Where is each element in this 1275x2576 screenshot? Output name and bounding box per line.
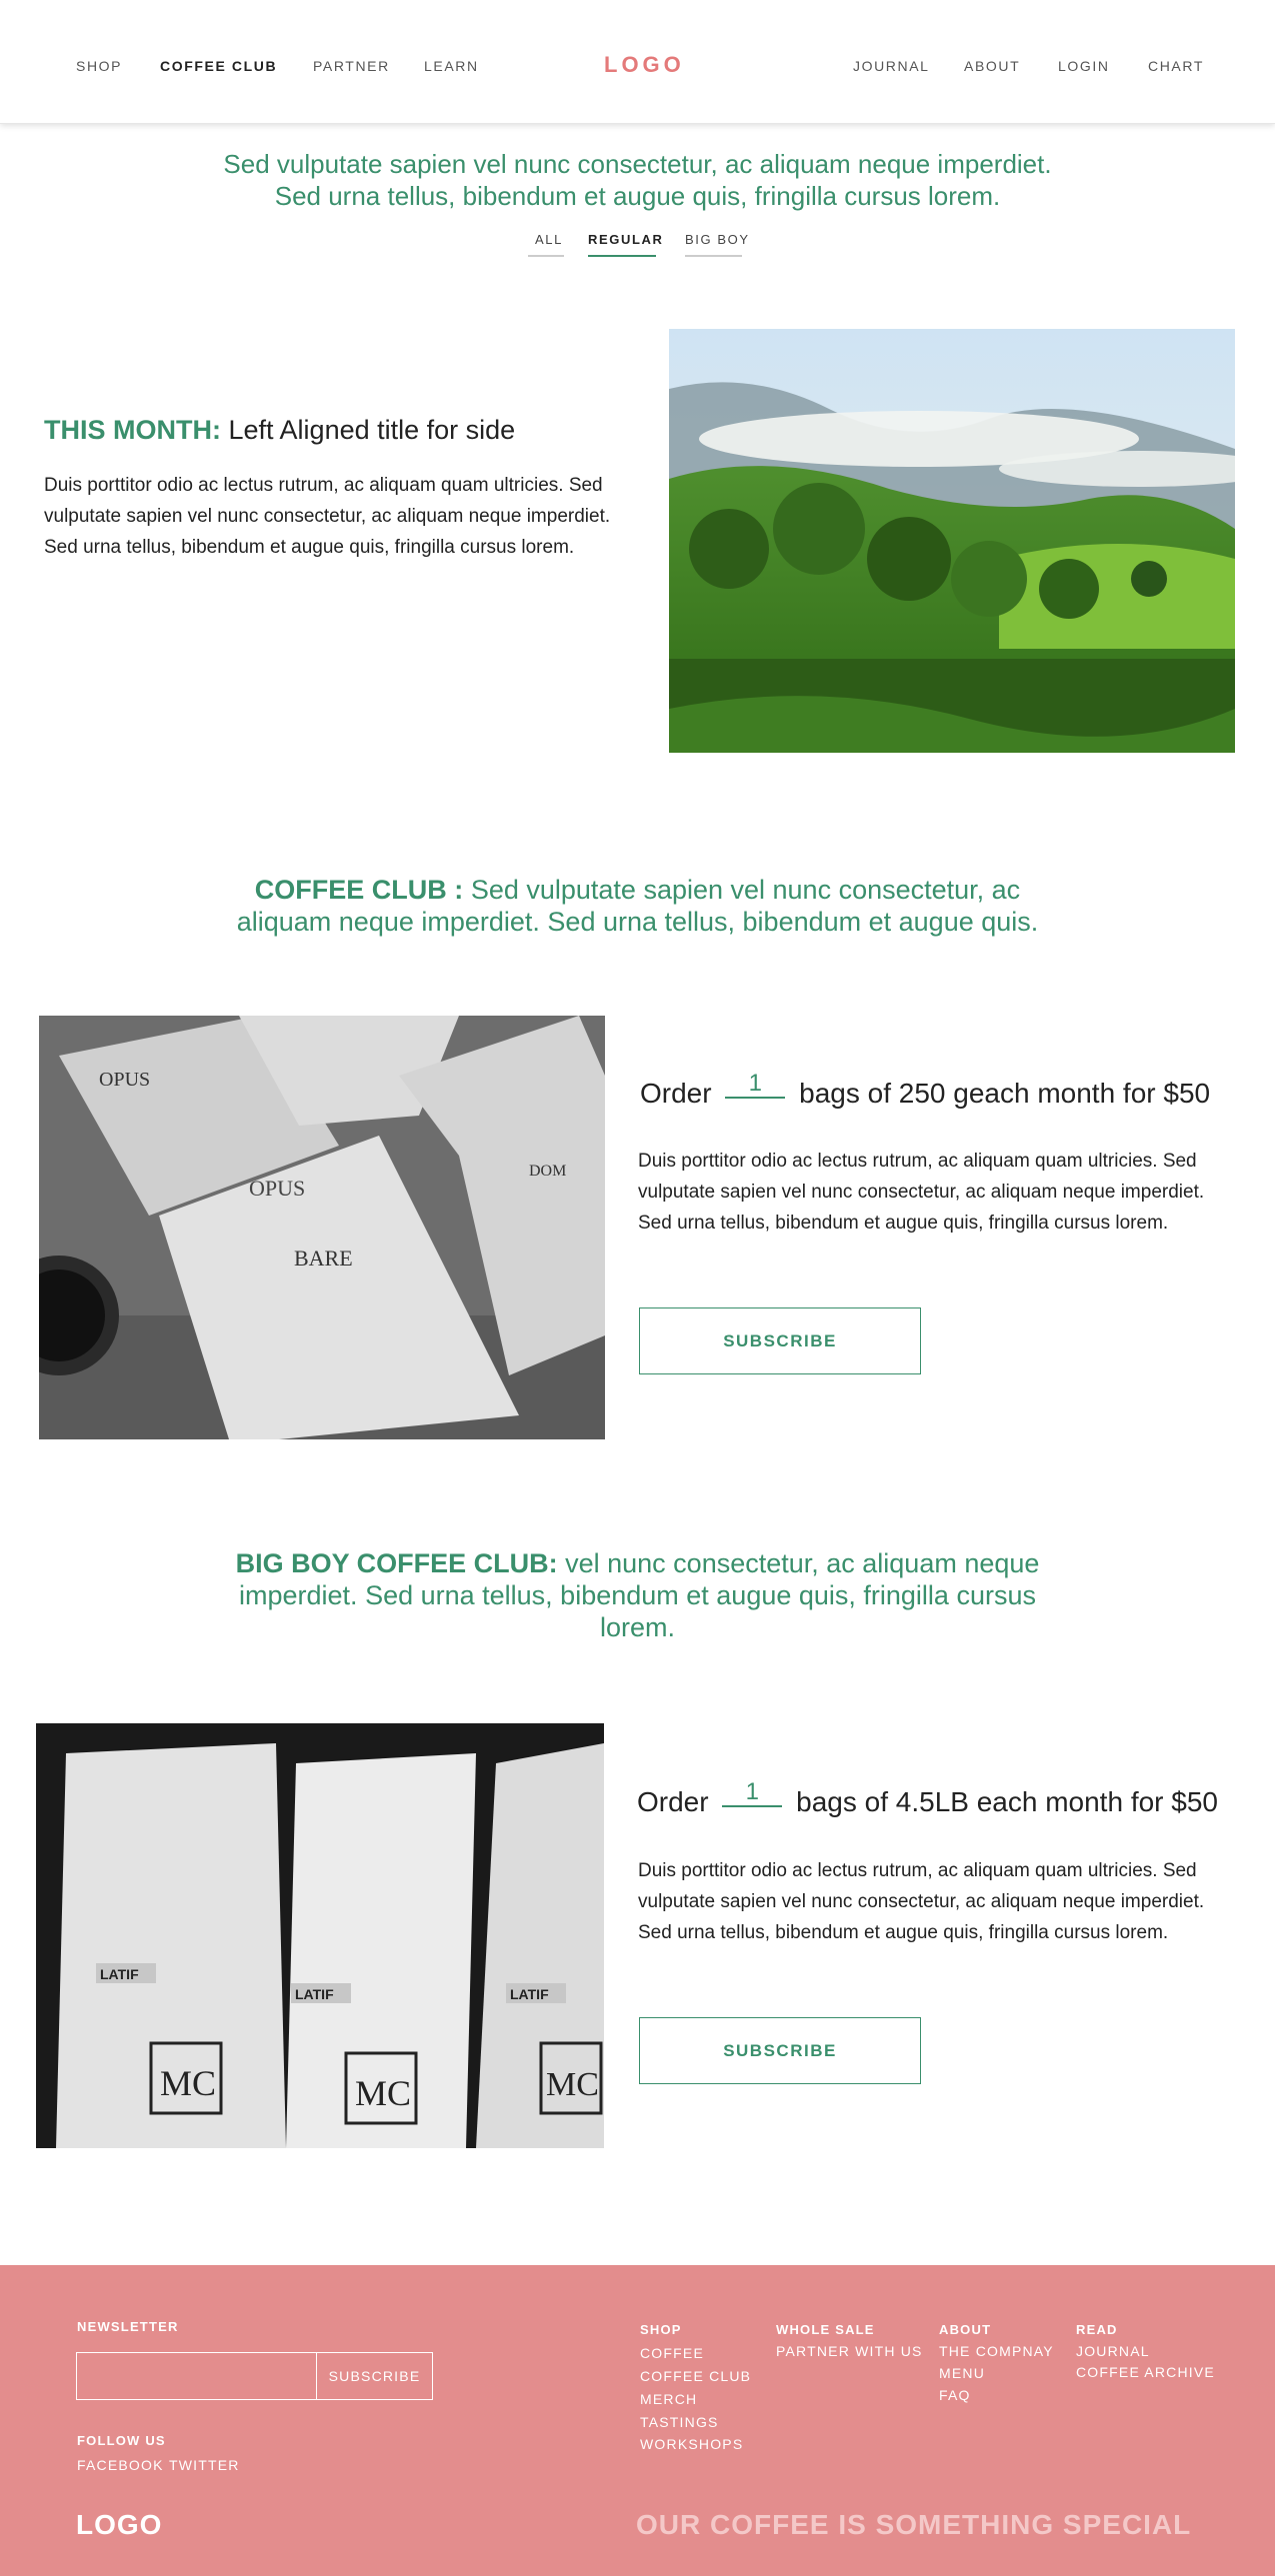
facebook-link[interactable]: FACEBOOK [77,2457,164,2473]
site-header: SHOP COFFEE CLUB PARTNER LEARN LOGO JOUR… [0,0,1275,124]
this-month-label: THIS MONTH: [44,415,221,445]
footer-link-merch[interactable]: MERCH [640,2391,697,2407]
filter-all[interactable]: ALL [535,232,563,255]
order-suffix: bags of 250 geach month for $50 [799,1078,1211,1109]
svg-text:MC: MC [546,2066,599,2103]
footer-link-workshops[interactable]: WORKSHOPS [640,2436,743,2452]
footer-wholesale-title: WHOLE SALE [776,2322,875,2337]
footer-read-title: READ [1076,2322,1118,2337]
footer-link-journal[interactable]: JOURNAL [1076,2343,1150,2359]
footer-tagline: OUR COFFEE IS SOMETHING SPECIAL [636,2509,1192,2540]
nav-journal[interactable]: JOURNAL [853,58,930,74]
landscape-photo [669,329,1235,753]
intro-line-2: Sed urna tellus, bibendum et augue quis,… [274,181,1001,211]
big-boy-bags-photo: LATIF LATIF LATIF MC MC MC [36,1723,604,2148]
nav-about[interactable]: ABOUT [964,58,1020,74]
newsletter-email-input[interactable] [76,2352,317,2400]
filter-regular-underline [588,255,656,257]
nav-shop[interactable]: SHOP [76,58,122,74]
big-boy-heading: BIG BOY COFFEE CLUB: vel nunc consectetu… [230,1547,1045,1643]
coffee-bags-photo: OPUS BARE OPUS DOM [39,1016,605,1439]
newsletter-title: NEWSLETTER [77,2319,179,2334]
follow-us-title: FOLLOW US [77,2433,166,2448]
svg-text:MC: MC [160,2063,216,2103]
site-footer: NEWSLETTER SUBSCRIBE FOLLOW US FACEBOOK … [0,2265,1275,2576]
svg-text:OPUS: OPUS [99,1069,150,1091]
svg-text:BARE: BARE [294,1246,353,1271]
logo[interactable]: LOGO [604,52,685,78]
filter-big-boy-underline [685,255,742,257]
big-boy-label: BIG BOY COFFEE CLUB: [235,1548,558,1578]
footer-link-company[interactable]: THE COMPNAY [939,2343,1054,2359]
footer-link-coffee[interactable]: COFFEE [640,2345,704,2361]
nav-coffee-club[interactable]: COFFEE CLUB [160,58,277,74]
footer-shop-title: SHOP [640,2322,682,2337]
big-boy-subscribe-button[interactable]: SUBSCRIBE [639,2017,921,2084]
coffee-club-subscribe-button[interactable]: SUBSCRIBE [639,1307,921,1374]
coffee-club-body: Duis porttitor odio ac lectus rutrum, ac… [638,1151,1205,1234]
footer-link-coffee-archive[interactable]: COFFEE ARCHIVE [1076,2364,1215,2380]
coffee-club-label: COFFEE CLUB : [254,875,464,905]
footer-link-faq[interactable]: FAQ [939,2387,971,2403]
footer-link-partner[interactable]: PARTNER WITH US [776,2343,923,2359]
big-boy-body: Duis porttitor odio ac lectus rutrum, ac… [638,1860,1205,1943]
footer-about-title: ABOUT [939,2322,992,2337]
this-month-heading: Left Aligned title for side [228,415,516,445]
nav-login[interactable]: LOGIN [1058,58,1110,74]
quantity-input[interactable]: 1 [722,1779,783,1807]
footer-link-coffee-club[interactable]: COFFEE CLUB [640,2368,751,2384]
svg-text:LATIF: LATIF [510,1986,549,2002]
intro-line-1: Sed vulputate sapien vel nunc consectetu… [223,149,1052,179]
big-boy-order: Order 1 bags of 4.5LB each month for $50 [637,1779,1218,1820]
svg-text:MC: MC [355,2073,411,2113]
twitter-link[interactable]: TWITTER [169,2457,240,2473]
nav-learn[interactable]: LEARN [424,58,479,74]
newsletter-subscribe-button[interactable]: SUBSCRIBE [316,2352,433,2400]
order-suffix: bags of 4.5LB each month for $50 [796,1786,1218,1817]
this-month-title: THIS MONTH: Left Aligned title for side [44,413,515,447]
footer-link-tastings[interactable]: TASTINGS [640,2414,719,2430]
coffee-club-order: Order 1 bags of 250 geach month for $50 [640,1071,1211,1112]
quantity-input[interactable]: 1 [725,1071,786,1099]
filter-all-underline [528,255,564,257]
filter-tabs: ALL REGULAR BIG BOY [0,232,1275,262]
filter-big-boy[interactable]: BIG BOY [685,232,750,255]
nav-partner[interactable]: PARTNER [313,58,390,74]
order-prefix: Order [640,1078,712,1109]
this-month-body: Duis porttitor odio ac lectus rutrum, ac… [44,475,611,558]
svg-text:OPUS: OPUS [249,1176,305,1201]
footer-link-menu[interactable]: MENU [939,2365,985,2381]
filter-regular[interactable]: REGULAR [588,232,663,255]
order-prefix: Order [637,1786,709,1817]
svg-text:LATIF: LATIF [295,1986,334,2002]
footer-logo[interactable]: LOGO [76,2509,162,2541]
nav-chart[interactable]: CHART [1148,58,1204,74]
svg-text:DOM: DOM [529,1163,566,1180]
intro-text: Sed vulputate sapien vel nunc consectetu… [0,148,1275,212]
svg-text:LATIF: LATIF [100,1966,139,1982]
coffee-club-heading: COFFEE CLUB : Sed vulputate sapien vel n… [230,874,1045,938]
